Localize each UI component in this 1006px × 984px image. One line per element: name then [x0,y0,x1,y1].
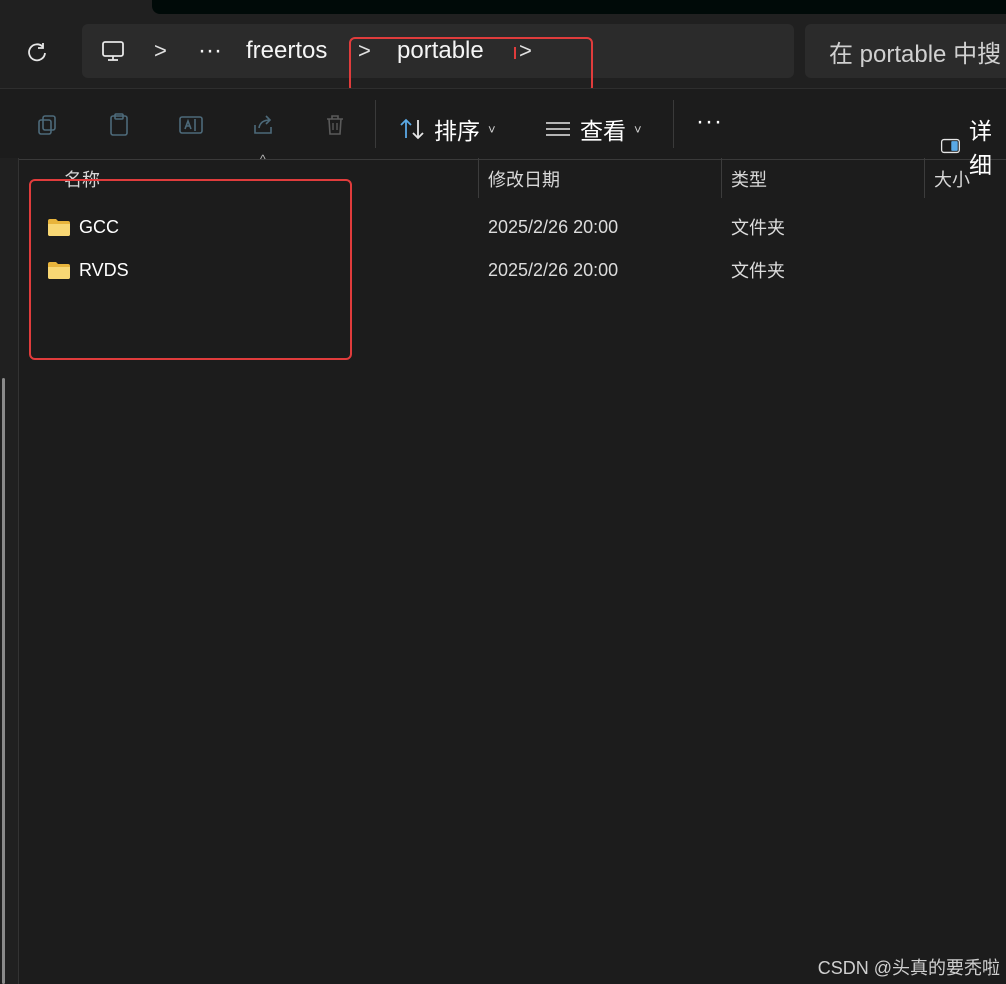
column-header-name[interactable]: 名称 [64,158,100,200]
view-list-icon [546,122,570,136]
column-divider[interactable] [924,158,925,198]
file-name-cell: RVDS [47,250,129,290]
rename-button[interactable] [174,108,208,142]
breadcrumb-chevron-icon[interactable]: > [358,24,371,78]
paste-button[interactable] [102,108,136,142]
share-icon [254,115,272,134]
details-label: 详细 [968,118,992,178]
file-date: 2025/2/26 20:00 [488,216,619,237]
file-name-cell: GCC [47,207,119,247]
folder-icon [48,219,70,236]
monitor-icon [102,41,124,61]
refresh-icon [28,43,46,62]
breadcrumb-ellipsis[interactable]: ··· [198,24,222,78]
share-button[interactable] [246,108,280,142]
chevron-down-icon: ˅ [488,121,496,137]
sort-button[interactable]: 排序 ˅ [398,112,496,146]
this-pc-button[interactable] [100,24,126,78]
window-chrome-strip [152,0,1006,14]
file-row[interactable]: GCC 2025/2/26 20:00 文件夹 [30,207,1000,247]
scrollbar-thumb[interactable] [2,378,5,984]
more-options-button[interactable]: ··· [696,108,723,136]
command-bar [0,88,1006,160]
toolbar-divider [673,100,674,148]
search-input[interactable]: 在 portable 中搜 [805,24,1006,78]
file-name: GCC [79,216,119,237]
watermark: CSDN @头真的要秃啦 [817,958,1000,978]
file-type: 文件夹 [731,218,785,238]
column-divider[interactable] [478,158,479,198]
refresh-button[interactable] [18,34,56,70]
details-pane-icon [940,138,960,154]
copy-icon [38,115,56,135]
rename-icon [179,116,203,134]
delete-button[interactable] [318,108,352,142]
breadcrumb-chevron-icon[interactable]: > [154,24,167,78]
view-label: 查看 [580,118,626,144]
breadcrumb-portable[interactable]: portable [397,24,484,78]
chevron-down-icon: ˅ [634,121,642,137]
column-header-size[interactable]: 大小 [934,158,970,200]
sort-icon [400,118,424,140]
file-name: RVDS [79,259,129,280]
column-header-date[interactable]: 修改日期 [488,158,560,200]
text-cursor [514,24,516,78]
sort-ascending-icon: ^ [260,152,266,166]
breadcrumb-chevron-icon[interactable]: > [519,24,532,78]
paste-icon [110,113,128,136]
column-header-type[interactable]: 类型 [731,158,767,200]
folder-icon [48,262,70,279]
view-button[interactable]: 查看 ˅ [544,112,642,146]
trash-icon [327,115,343,135]
file-date: 2025/2/26 20:00 [488,259,619,280]
search-placeholder: 在 portable 中搜 [829,40,1002,68]
breadcrumb-freertos[interactable]: freertos [246,24,327,78]
sort-label: 排序 [434,118,480,144]
file-row[interactable]: RVDS 2025/2/26 20:00 文件夹 [30,250,1000,290]
toolbar-divider [375,100,376,148]
file-type: 文件夹 [731,261,785,281]
copy-button[interactable] [30,108,64,142]
column-divider[interactable] [721,158,722,198]
